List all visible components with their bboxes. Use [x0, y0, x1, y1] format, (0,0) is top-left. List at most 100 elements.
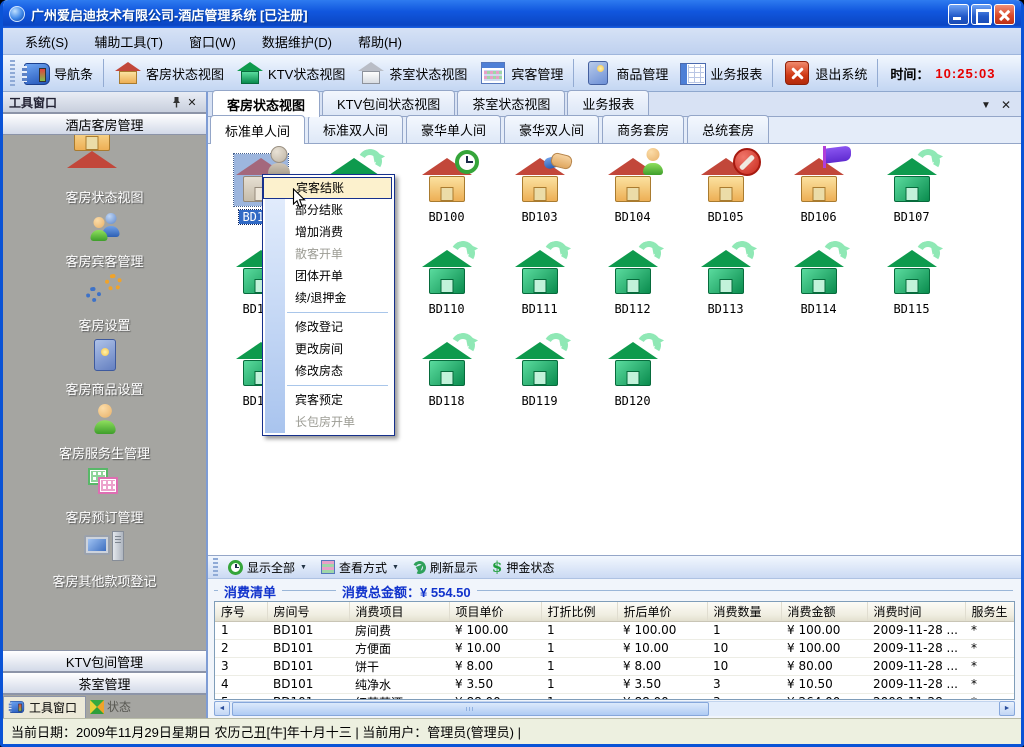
room-item[interactable]: BD112	[586, 246, 679, 338]
room-item[interactable]: BD100	[400, 154, 493, 246]
scroll-left-icon[interactable]: ◄	[214, 701, 230, 716]
tab-standard-single[interactable]: 标准单人间	[210, 115, 305, 144]
scroll-right-icon[interactable]: ►	[999, 701, 1015, 716]
refresh-button[interactable]: 刷新显示	[406, 558, 485, 577]
show-all-button[interactable]: 显示全部 ▼	[221, 558, 314, 577]
tab-standard-double[interactable]: 标准双人间	[308, 115, 403, 143]
tab-list-dropdown-icon[interactable]: ▼	[981, 100, 991, 111]
toolbar-room-status-button[interactable]: 客房状态视图	[108, 57, 230, 89]
room-item[interactable]: BD104	[586, 154, 679, 246]
room-item[interactable]: BD110	[400, 246, 493, 338]
maximize-button[interactable]	[971, 4, 992, 25]
room-context-menu: 宾客结账 部分结账 增加消费 散客开单 团体开单 续/退押金 修改登记 更改房间…	[262, 174, 395, 436]
toolbar-exit-button[interactable]: 退出系统	[777, 57, 873, 89]
table-row[interactable]: 5BD101红葡萄酒 ¥ 88.001¥ 88.00 3¥ 264.002009…	[215, 693, 1015, 700]
room-item[interactable]: BD114	[772, 246, 865, 338]
tab-ktv-status-view[interactable]: KTV包间状态视图	[322, 90, 455, 116]
menu-system[interactable]: 系统(S)	[13, 29, 80, 54]
green-house-icon	[238, 62, 262, 84]
toolbar-guest-mgmt-button[interactable]: 宾客管理	[473, 57, 569, 89]
main-toolbar: 导航条 客房状态视图 KTV状态视图 茶室状态视图 宾客管理 商品管理 业务报表	[3, 55, 1021, 92]
table-row[interactable]: 2BD101方便面 ¥ 10.001¥ 10.00 10¥ 100.002009…	[215, 639, 1015, 657]
room-item[interactable]: BD113	[679, 246, 772, 338]
toolbar-ktv-status-button[interactable]: KTV状态视图	[230, 57, 351, 89]
sidebar-item-room-settings[interactable]: 客房设置	[3, 273, 206, 337]
room-actions-toolbar: 显示全部 ▼ 查看方式 ▼ 刷新显示 $ 押金状态	[208, 555, 1021, 579]
tab-tea-status-view[interactable]: 茶室状态视图	[457, 90, 565, 116]
sidebar-item-room-status[interactable]: 客房状态视图	[3, 145, 206, 209]
chevron-down-icon: ▼	[392, 564, 399, 571]
toolbar-report-button[interactable]: 业务报表	[674, 57, 768, 89]
room-item[interactable]: BD103	[493, 154, 586, 246]
room-item[interactable]: BD118	[400, 338, 493, 430]
tab-business-report[interactable]: 业务报表	[567, 90, 649, 116]
section-room-mgmt[interactable]: 酒店客房管理	[3, 113, 206, 135]
minimize-button[interactable]	[948, 4, 969, 25]
menu-item-add-consumption[interactable]: 增加消费	[287, 221, 392, 243]
menu-item-group-order[interactable]: 团体开单	[287, 265, 392, 287]
close-button[interactable]	[994, 4, 1015, 25]
consumption-table[interactable]: 序号房间号消费项目 项目单价打折比例折后单价 消费数量消费金额消费时间 服务生 …	[214, 601, 1015, 700]
tab-president-suite[interactable]: 总统套房	[687, 115, 769, 143]
room-item[interactable]: BD107	[865, 154, 958, 246]
guests-icon	[82, 209, 128, 249]
section-tea-mgmt[interactable]: 茶室管理	[3, 672, 206, 694]
booking-calendars-icon	[82, 465, 128, 505]
table-row[interactable]: 3BD101饼干 ¥ 8.001¥ 8.00 10¥ 80.002009-11-…	[215, 657, 1015, 675]
menu-data[interactable]: 数据维护(D)	[250, 29, 344, 54]
sidebar-item-other-payments[interactable]: 客房其他款项登记	[3, 529, 206, 593]
white-house-icon	[359, 62, 383, 84]
menu-help[interactable]: 帮助(H)	[346, 29, 414, 54]
sidebar-item-goods-settings[interactable]: 客房商品设置	[3, 337, 206, 401]
pin-icon[interactable]	[168, 95, 184, 110]
menu-separator	[287, 312, 388, 313]
sidebar-close-icon[interactable]: ✕	[184, 95, 200, 110]
bottom-tab-tool-window[interactable]: 工具窗口	[3, 696, 86, 718]
time-value: 10:25:03	[935, 66, 995, 81]
window-title: 广州爱启迪技术有限公司-酒店管理系统 [已注册]	[31, 5, 948, 24]
exit-x-icon	[785, 61, 809, 85]
menu-item-guest-booking[interactable]: 宾客预定	[287, 389, 392, 411]
toolbar-tea-status-button[interactable]: 茶室状态视图	[351, 57, 473, 89]
menu-tools[interactable]: 辅助工具(T)	[82, 29, 175, 54]
bottom-tab-status[interactable]: 状态	[86, 696, 139, 718]
room-item[interactable]: BD120	[586, 338, 679, 430]
tab-room-status-view[interactable]: 客房状态视图	[212, 90, 320, 117]
room-item[interactable]: BD115	[865, 246, 958, 338]
toolbar-grip	[10, 60, 15, 86]
goods-card-icon	[588, 61, 608, 85]
view-grid-icon	[321, 560, 335, 574]
scrollbar-thumb[interactable]	[232, 702, 709, 716]
sidebar-item-booking-mgmt[interactable]: 客房预订管理	[3, 465, 206, 529]
room-item[interactable]: BD111	[493, 246, 586, 338]
toolbar-nav-button[interactable]: 导航条	[18, 57, 99, 89]
menu-item-change-room[interactable]: 更改房间	[287, 338, 392, 360]
room-item[interactable]: BD105	[679, 154, 772, 246]
tab-deluxe-single[interactable]: 豪华单人间	[406, 115, 501, 143]
room-grid-panel: BD101 BD102 BD100 BD103	[208, 144, 1021, 555]
blocked-icon	[733, 148, 761, 176]
room-item[interactable]: BD106	[772, 154, 865, 246]
view-mode-button[interactable]: 查看方式 ▼	[314, 558, 406, 577]
menu-item-modify-registration[interactable]: 修改登记	[287, 316, 392, 338]
sidebar-item-guest-mgmt[interactable]: 客房宾客管理	[3, 209, 206, 273]
section-ktv-mgmt[interactable]: KTV包间管理	[3, 650, 206, 672]
horizontal-scrollbar[interactable]: ◄ ►	[214, 701, 1015, 716]
table-row[interactable]: 1BD101房间费 ¥ 100.001¥ 100.00 1¥ 100.00200…	[215, 621, 1015, 639]
tab-deluxe-double[interactable]: 豪华双人间	[504, 115, 599, 143]
room-item[interactable]: BD119	[493, 338, 586, 430]
main-panel: 客房状态视图 KTV包间状态视图 茶室状态视图 业务报表 ▼ ✕ 标准单人间 标…	[208, 92, 1021, 718]
app-icon	[9, 6, 25, 22]
sidebar-item-waiter-mgmt[interactable]: 客房服务生管理	[3, 401, 206, 465]
table-row[interactable]: 4BD101纯净水 ¥ 3.501¥ 3.50 3¥ 10.502009-11-…	[215, 675, 1015, 693]
menu-item-modify-status[interactable]: 修改房态	[287, 360, 392, 382]
report-sheet-icon	[680, 63, 706, 85]
toolbar-goods-mgmt-button[interactable]: 商品管理	[578, 57, 674, 89]
sidebar-items: 客房状态视图 客房宾客管理 客房设置 客房商品设置 客房服务生管理	[3, 135, 206, 650]
tab-close-icon[interactable]: ✕	[1001, 98, 1011, 112]
menu-window[interactable]: 窗口(W)	[177, 29, 248, 54]
deposit-status-button[interactable]: $ 押金状态	[485, 557, 561, 577]
tab-business-suite[interactable]: 商务套房	[602, 115, 684, 143]
menu-item-guest-checkout[interactable]: 宾客结账	[263, 177, 392, 199]
menu-item-deposit[interactable]: 续/退押金	[287, 287, 392, 309]
